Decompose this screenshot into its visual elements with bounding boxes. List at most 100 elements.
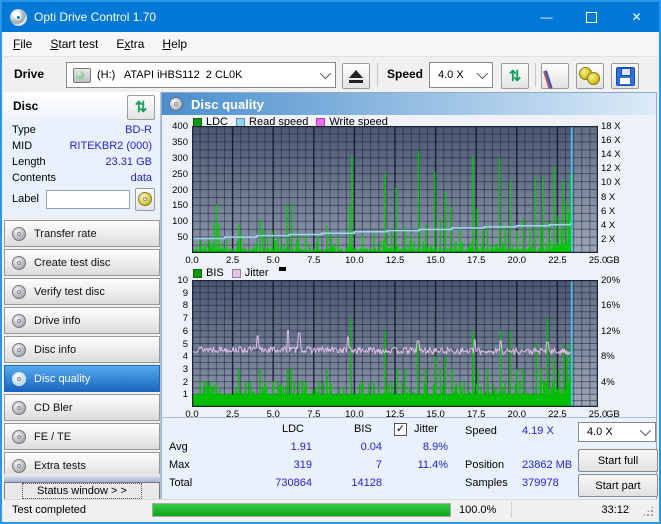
erase-disc-button[interactable]	[541, 63, 569, 89]
eject-icon	[349, 70, 363, 83]
y-left-tick: 6	[182, 325, 188, 337]
sidebar-item-disc-quality[interactable]: Disc quality	[4, 365, 160, 392]
y-left-tick: 7	[182, 313, 188, 325]
y-left-tick: 250	[172, 168, 188, 180]
menu-item-start-test[interactable]: Start test	[41, 32, 107, 56]
drive-icon	[73, 67, 91, 83]
sidebar-item-fe-te[interactable]: FE / TE	[4, 423, 160, 450]
info-label: Type	[12, 124, 36, 136]
sidebar-nav: Transfer rate Create test disc Verify test…	[4, 220, 160, 481]
y-left-tick: 100	[172, 216, 188, 228]
maximize-button[interactable]	[569, 2, 614, 32]
drive-label: Drive	[14, 67, 45, 81]
y-left-tick: 3	[182, 363, 188, 375]
bis-max: 7	[375, 459, 382, 471]
eraser-icon	[543, 66, 566, 89]
y-left-tick: 50	[177, 232, 188, 244]
progress-fill	[153, 504, 450, 516]
rescan-disc-button[interactable]: ⇅	[127, 95, 155, 120]
progress-percent: 100.0%	[459, 504, 497, 516]
menu-item-extra[interactable]: Ex tra	[107, 32, 153, 56]
x-tick: 22.5	[548, 255, 567, 266]
jitter-checkbox[interactable]: ✓	[394, 423, 407, 436]
sidebar-item-label: Disc info	[34, 343, 77, 356]
label-input[interactable]	[45, 189, 130, 209]
stat-row-label: Max	[169, 459, 190, 471]
sidebar-item-cd-bler[interactable]: CD Bler	[4, 394, 160, 421]
chart2-legend: BIS Jitter	[193, 267, 286, 279]
speed-select[interactable]: 4.0 X	[429, 62, 493, 88]
status-text: Test completed	[12, 504, 86, 516]
app-icon	[10, 8, 27, 26]
jitter-avg: 8.9%	[422, 441, 448, 453]
position-stat-label: Position	[465, 459, 505, 471]
disc-info-panel: Contents data Length 23.31 GB MID RITEKBR2 (0…	[4, 121, 160, 217]
legend-item-jitter: Jitter	[231, 267, 269, 279]
disc-icon	[12, 429, 26, 444]
close-button[interactable]: ✕	[614, 2, 659, 32]
stat-row-label: Total	[169, 477, 193, 489]
stats-panel: LDC BIS ✓ Jitter Speed 4.19 X Position 2…	[162, 417, 658, 499]
menu-item-help[interactable]: Help	[153, 32, 196, 56]
y-left-tick: 300	[172, 152, 188, 164]
speed-stat-value: 4.19 X	[522, 425, 554, 437]
y-left-tick: 10	[177, 275, 188, 286]
y-left-tick: 400	[172, 121, 188, 132]
minimize-button[interactable]: —	[524, 2, 569, 32]
x-tick: 5.0	[266, 255, 280, 266]
x-tick: 2.5	[225, 255, 240, 266]
disc-icon	[12, 342, 26, 357]
test-speed-select[interactable]: 4.0 X	[578, 422, 656, 442]
sidebar-item-drive-info[interactable]: Drive info	[4, 307, 160, 334]
sidebar-item-create-test-disc[interactable]: Create test disc	[4, 249, 160, 276]
window-title: Opti Drive Control 1.70	[34, 10, 157, 24]
samples-stat-value: 379978	[522, 477, 559, 489]
ldc-max: 319	[293, 459, 312, 471]
ldc-column-header: LDC	[282, 423, 305, 435]
save-button[interactable]	[611, 63, 639, 89]
chevron-down-icon	[319, 67, 332, 80]
x-tick: 10.0	[345, 255, 364, 266]
start-full-button[interactable]: Start full	[578, 449, 658, 472]
toolbar-separator	[535, 63, 536, 87]
start-part-label: Start part	[595, 479, 641, 492]
refresh-icon: ⇅	[508, 67, 522, 85]
info-label: MID	[12, 140, 33, 152]
sidebar-item-label: CD Bler	[34, 401, 73, 414]
samples-stat-label: Samples	[465, 477, 508, 489]
main-panel: Disc quality LDC Read speed Write speed BI…	[161, 92, 658, 500]
refresh-speeds-button[interactable]: ⇅	[501, 63, 529, 89]
info-value: RITEKBR2 (000)	[69, 140, 152, 152]
y-left-tick: 150	[172, 200, 188, 212]
info-value: data	[130, 172, 152, 184]
status-window-button[interactable]: Status window > >	[4, 482, 160, 500]
drive-select[interactable]: (H:) ATAPI iHBS112 2 CL0K	[66, 62, 336, 88]
write-label-button[interactable]	[134, 187, 155, 211]
menu-item-file[interactable]: File	[4, 32, 41, 56]
stat-row-label: Avg	[169, 441, 188, 453]
speed-select-value: 4.0 X	[438, 69, 464, 81]
sidebar-item-verify-test-disc[interactable]: Verify test disc	[4, 278, 160, 305]
start-part-button[interactable]: Start part	[578, 474, 658, 497]
sidebar-item-transfer-rate[interactable]: Transfer rate	[4, 220, 160, 247]
jitter-column-header: Jitter	[414, 423, 438, 435]
refresh-icon: ⇅	[134, 99, 148, 116]
sidebar-item-label: Verify test disc	[34, 285, 105, 298]
sidebar: Disc ⇅ Contents data Length 23.31 GB MID RITE…	[4, 92, 161, 500]
menu-bar: File Start test Ex tra Help	[4, 32, 657, 57]
progress-bar	[152, 503, 451, 517]
y-right-tick: 10 X	[601, 177, 621, 189]
resize-grip[interactable]	[642, 505, 654, 517]
app-window: Opti Drive Control 1.70 — ✕ File Start te…	[0, 0, 661, 524]
jitter-max: 11.4%	[417, 459, 448, 471]
y-right-tick: 2 X	[601, 233, 616, 245]
chevron-down-icon	[639, 424, 652, 437]
disc-info-row-mid: MID RITEKBR2 (000)	[12, 140, 152, 156]
x-tick: 0.0	[185, 255, 199, 266]
eject-button[interactable]	[342, 63, 370, 89]
sidebar-item-disc-info[interactable]: Disc info	[4, 336, 160, 363]
disc-utilities-button[interactable]	[576, 63, 604, 89]
label-field-caption: Label	[12, 193, 39, 205]
speed-stat-label: Speed	[465, 425, 497, 437]
legend-position-marker	[278, 267, 286, 271]
